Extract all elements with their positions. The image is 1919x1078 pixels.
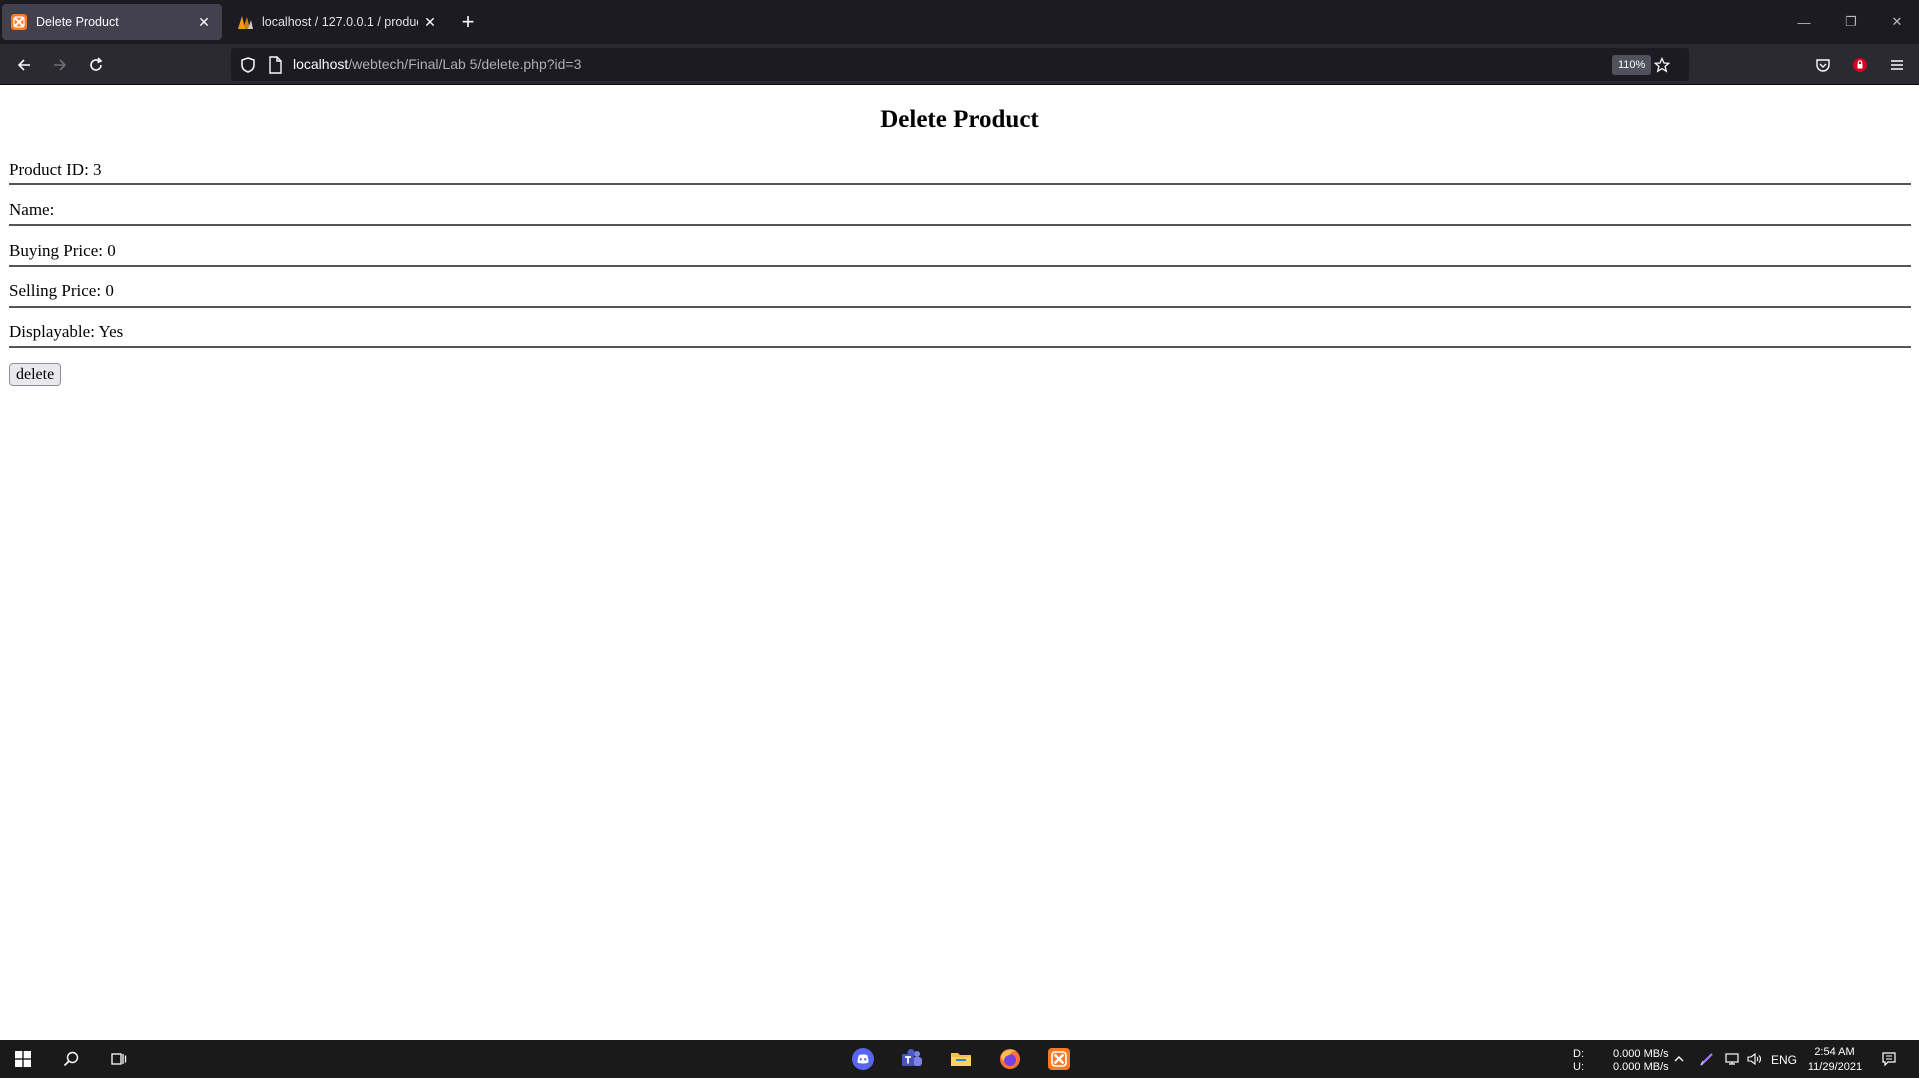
hamburger-menu-icon[interactable]: [1884, 52, 1910, 78]
close-window-icon[interactable]: ✕: [1882, 8, 1912, 36]
field-label: Buying Price: 0: [9, 241, 116, 260]
tab-title: localhost / 127.0.0.1 / product |: [262, 15, 418, 29]
divider: [9, 224, 1911, 226]
phpmyadmin-favicon-icon: [238, 16, 253, 29]
tracking-protection-shield-icon[interactable]: [239, 56, 257, 74]
field-displayable: Displayable: Yes: [9, 322, 1911, 348]
divider: [9, 306, 1911, 308]
pen-tray-icon[interactable]: [1697, 1047, 1717, 1071]
divider: [9, 346, 1911, 348]
new-tab-button[interactable]: +: [456, 9, 480, 34]
clock-date[interactable]: 11/29/2021: [1804, 1061, 1866, 1073]
network-icon[interactable]: [1722, 1047, 1742, 1071]
minimize-icon[interactable]: —: [1789, 8, 1819, 36]
net-download-speed: 0.000 MB/s: [1613, 1048, 1669, 1060]
discord-icon[interactable]: [851, 1047, 875, 1071]
divider: [9, 183, 1911, 185]
field-label: Name:: [9, 200, 55, 219]
url-text[interactable]: localhost/webtech/Final/Lab 5/delete.php…: [293, 56, 581, 72]
teams-icon[interactable]: [900, 1047, 924, 1071]
tray-expand-chevron-icon[interactable]: [1671, 1047, 1687, 1071]
tab-delete-product[interactable]: Delete Product ✕: [2, 4, 222, 40]
language-indicator[interactable]: ENG: [1771, 1053, 1797, 1067]
search-icon[interactable]: [59, 1047, 83, 1071]
tab-title: Delete Product: [36, 15, 119, 29]
page-title: Delete Product: [880, 106, 1039, 133]
reload-icon: [90, 57, 103, 71]
tab-phpmyadmin[interactable]: localhost / 127.0.0.1 / product | ✕: [228, 4, 448, 40]
delete-button[interactable]: delete: [9, 363, 62, 386]
close-tab-icon[interactable]: ✕: [418, 10, 442, 34]
field-product-id: Product ID: 3: [9, 160, 1911, 185]
field-label: Selling Price: 0: [9, 281, 114, 300]
url-bar[interactable]: localhost/webtech/Final/Lab 5/delete.php…: [231, 48, 1689, 81]
field-name: Name:: [9, 200, 1911, 226]
firefox-icon[interactable]: [998, 1047, 1022, 1071]
net-upload-label: U:: [1573, 1061, 1584, 1073]
back-button[interactable]: [11, 52, 37, 78]
field-buying-price: Buying Price: 0: [9, 241, 1911, 267]
page-info-icon[interactable]: [267, 56, 283, 74]
field-label: Product ID: 3: [9, 160, 102, 179]
forward-arrow-icon: [54, 59, 67, 71]
notifications-icon[interactable]: [1877, 1047, 1901, 1071]
pocket-icon[interactable]: [1810, 52, 1836, 78]
field-label: Displayable: Yes: [9, 322, 124, 341]
field-selling-price: Selling Price: 0: [9, 281, 1911, 308]
volume-icon[interactable]: [1744, 1047, 1764, 1071]
divider: [9, 265, 1911, 267]
back-arrow-icon: [17, 59, 30, 71]
navigation-bar: localhost/webtech/Final/Lab 5/delete.php…: [0, 44, 1919, 85]
reload-button[interactable]: [83, 52, 109, 78]
clock-time[interactable]: 2:54 AM: [1812, 1046, 1857, 1058]
restore-icon[interactable]: ❐: [1836, 8, 1866, 36]
task-view-icon[interactable]: [107, 1047, 131, 1071]
file-explorer-icon[interactable]: [949, 1047, 973, 1071]
windows-start-icon[interactable]: [11, 1047, 35, 1071]
url-path: /webtech/Final/Lab 5/delete.php?id=3: [348, 56, 582, 72]
net-upload-speed: 0.000 MB/s: [1613, 1061, 1669, 1073]
extension-icon[interactable]: [1847, 52, 1873, 78]
close-tab-icon[interactable]: ✕: [192, 10, 216, 34]
zoom-indicator[interactable]: 110%: [1612, 55, 1652, 75]
url-host: localhost: [293, 56, 349, 72]
windows-taskbar: D: U: 0.000 MB/s 0.000 MB/s ENG 2:54 AM …: [0, 1040, 1919, 1078]
tab-strip: Delete Product ✕ localhost / 127.0.0.1 /…: [0, 0, 1919, 44]
net-download-label: D:: [1573, 1048, 1584, 1060]
bookmark-star-icon[interactable]: [1651, 54, 1673, 76]
page-content: Delete Product Product ID: 3 Name: Buyin…: [0, 85, 1919, 1040]
xampp-icon[interactable]: [1047, 1047, 1071, 1071]
forward-button[interactable]: [47, 52, 73, 78]
xampp-favicon-icon: [11, 14, 27, 30]
